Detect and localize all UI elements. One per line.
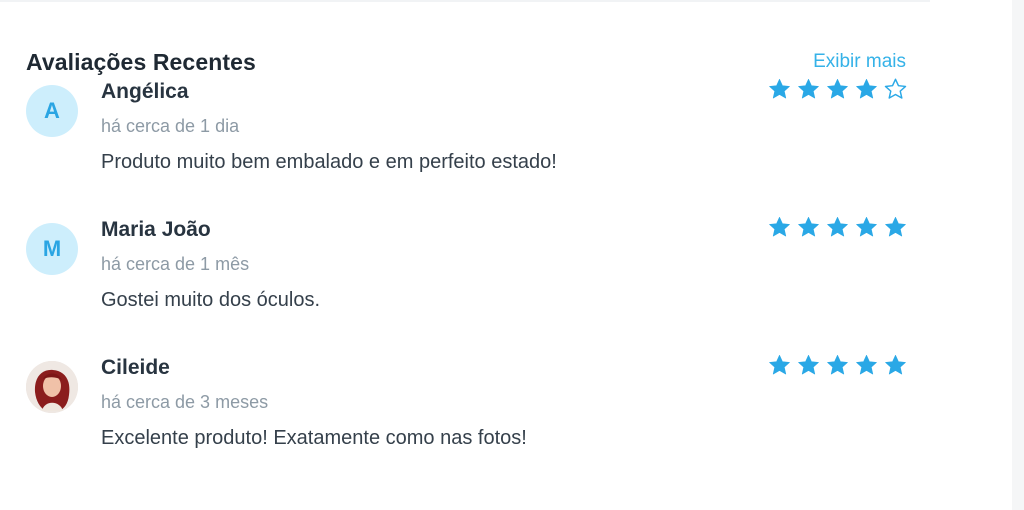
show-more-link[interactable]: Exibir mais [813, 51, 906, 73]
star-filled-icon [769, 78, 790, 99]
star-filled-icon [885, 354, 906, 375]
reviewer-name: Angélica [101, 80, 189, 103]
page-right-border [1012, 0, 1024, 510]
star-empty-icon [884, 78, 907, 99]
reviewer-name: Maria João [101, 218, 211, 241]
star-filled-icon [827, 216, 848, 237]
star-rating [767, 215, 908, 240]
star-filled-icon [856, 216, 877, 237]
avatar: M [26, 223, 78, 275]
review-item: Cileide há cerca de 3 meses Excelente pr… [26, 353, 908, 494]
star-filled-icon [798, 216, 819, 237]
star-filled-icon [885, 216, 906, 237]
star-rating [767, 77, 908, 102]
star-rating [767, 353, 908, 378]
star-filled-icon [798, 354, 819, 375]
avatar: A [26, 85, 78, 137]
star-filled-icon [856, 78, 877, 99]
star-filled-icon [769, 354, 790, 375]
section-title: Avaliações Recentes [26, 48, 256, 75]
star-filled-icon [856, 354, 877, 375]
review-time: há cerca de 1 dia [101, 116, 240, 136]
reviews-header: Avaliações Recentes Exibir mais [26, 44, 908, 80]
review-time: há cerca de 3 meses [101, 392, 269, 412]
reviewer-name: Cileide [101, 356, 170, 379]
star-filled-icon [798, 78, 819, 99]
user-photo-avatar [26, 361, 78, 413]
review-item: A Angélica há cerca de 1 dia Produto mui… [26, 77, 908, 218]
star-filled-icon [769, 216, 790, 237]
star-filled-icon [827, 354, 848, 375]
top-divider [0, 0, 930, 2]
review-text: Gostei muito dos óculos. [101, 289, 320, 311]
star-filled-icon [827, 78, 848, 99]
review-text: Excelente produto! Exatamente como nas f… [101, 427, 527, 449]
recent-reviews-panel: Avaliações Recentes Exibir mais A Angéli… [26, 44, 908, 494]
review-item: M Maria João há cerca de 1 mês Gostei mu… [26, 215, 908, 356]
review-time: há cerca de 1 mês [101, 254, 250, 274]
review-text: Produto muito bem embalado e em perfeito… [101, 151, 557, 173]
